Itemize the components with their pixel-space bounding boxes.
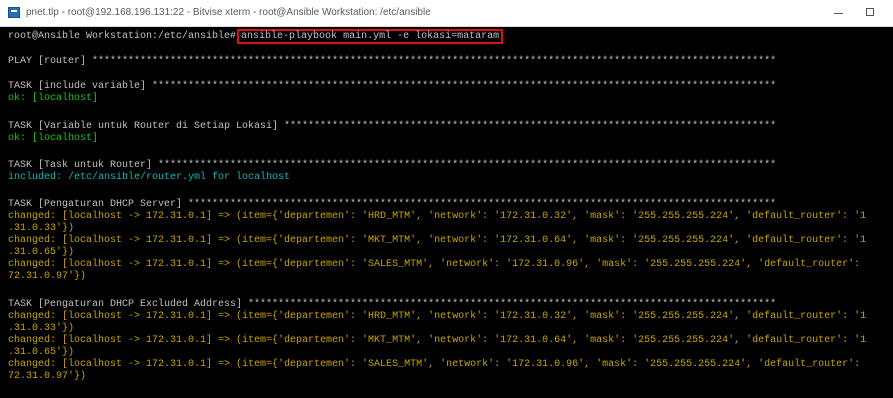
terminal-output[interactable]: root@Ansible Workstation:/etc/ansible# an… (0, 27, 893, 398)
terminal-line-included: included: /etc/ansible/router.yml for lo… (8, 172, 291, 183)
terminal-line-changed-cont: 72.31.0.97'}) (8, 271, 87, 282)
terminal-line-changed: changed: [localhost -> 172.31.0.1] => (i… (8, 311, 867, 322)
terminal-line-changed-cont: .31.0.65'}) (8, 347, 75, 358)
title-bar[interactable]: pnet.tlp - root@192.168.196.131:22 - Bit… (0, 0, 893, 27)
terminal-window: pnet.tlp - root@192.168.196.131:22 - Bit… (0, 0, 893, 398)
terminal-line-changed-cont: 72.31.0.97'}) (8, 371, 87, 382)
terminal-line-task-dhcp-excluded: TASK [Pengaturan DHCP Excluded Address] … (8, 299, 777, 310)
terminal-line-changed-cont: .31.0.33'}) (8, 223, 75, 234)
window-title: pnet.tlp - root@192.168.196.131:22 - Bit… (26, 7, 431, 18)
terminal-line-task-router: TASK [Task untuk Router] ***************… (8, 160, 777, 171)
terminal-line-changed: changed: [localhost -> 172.31.0.1] => (i… (8, 235, 867, 246)
terminal-line-changed-cont: .31.0.33'}) (8, 323, 75, 334)
terminal-line-ok: ok: [localhost] (8, 133, 99, 144)
terminal-line-ok: ok: [localhost] (8, 93, 99, 104)
minimize-icon[interactable] (830, 4, 848, 22)
terminal-line-task-include-variable: TASK [include variable] ****************… (8, 81, 777, 92)
command-line: root@Ansible Workstation:/etc/ansible# an… (8, 29, 504, 44)
terminal-line-changed: changed: [localhost -> 172.31.0.1] => (i… (8, 259, 861, 270)
shell-prompt: root@Ansible Workstation:/etc/ansible# (8, 31, 237, 42)
terminal-line-changed: changed: [localhost -> 172.31.0.1] => (i… (8, 211, 867, 222)
terminal-line-changed: changed: [localhost -> 172.31.0.1] => (i… (8, 335, 867, 346)
terminal-line-task-dhcp-server: TASK [Pengaturan DHCP Server] **********… (8, 199, 777, 210)
terminal-line-changed: changed: [localhost -> 172.31.0.1] => (i… (8, 359, 861, 370)
terminal-line-play: PLAY [router] **************************… (8, 56, 777, 67)
terminal-line-changed-cont: .31.0.65'}) (8, 247, 75, 258)
terminal-app-icon[interactable] (8, 7, 20, 18)
highlighted-command: ansible-playbook main.yml -e lokasi=mata… (237, 29, 504, 44)
terminal-line-task-variable-lokasi: TASK [Variable untuk Router di Setiap Lo… (8, 121, 777, 132)
maximize-icon[interactable] (862, 4, 880, 22)
